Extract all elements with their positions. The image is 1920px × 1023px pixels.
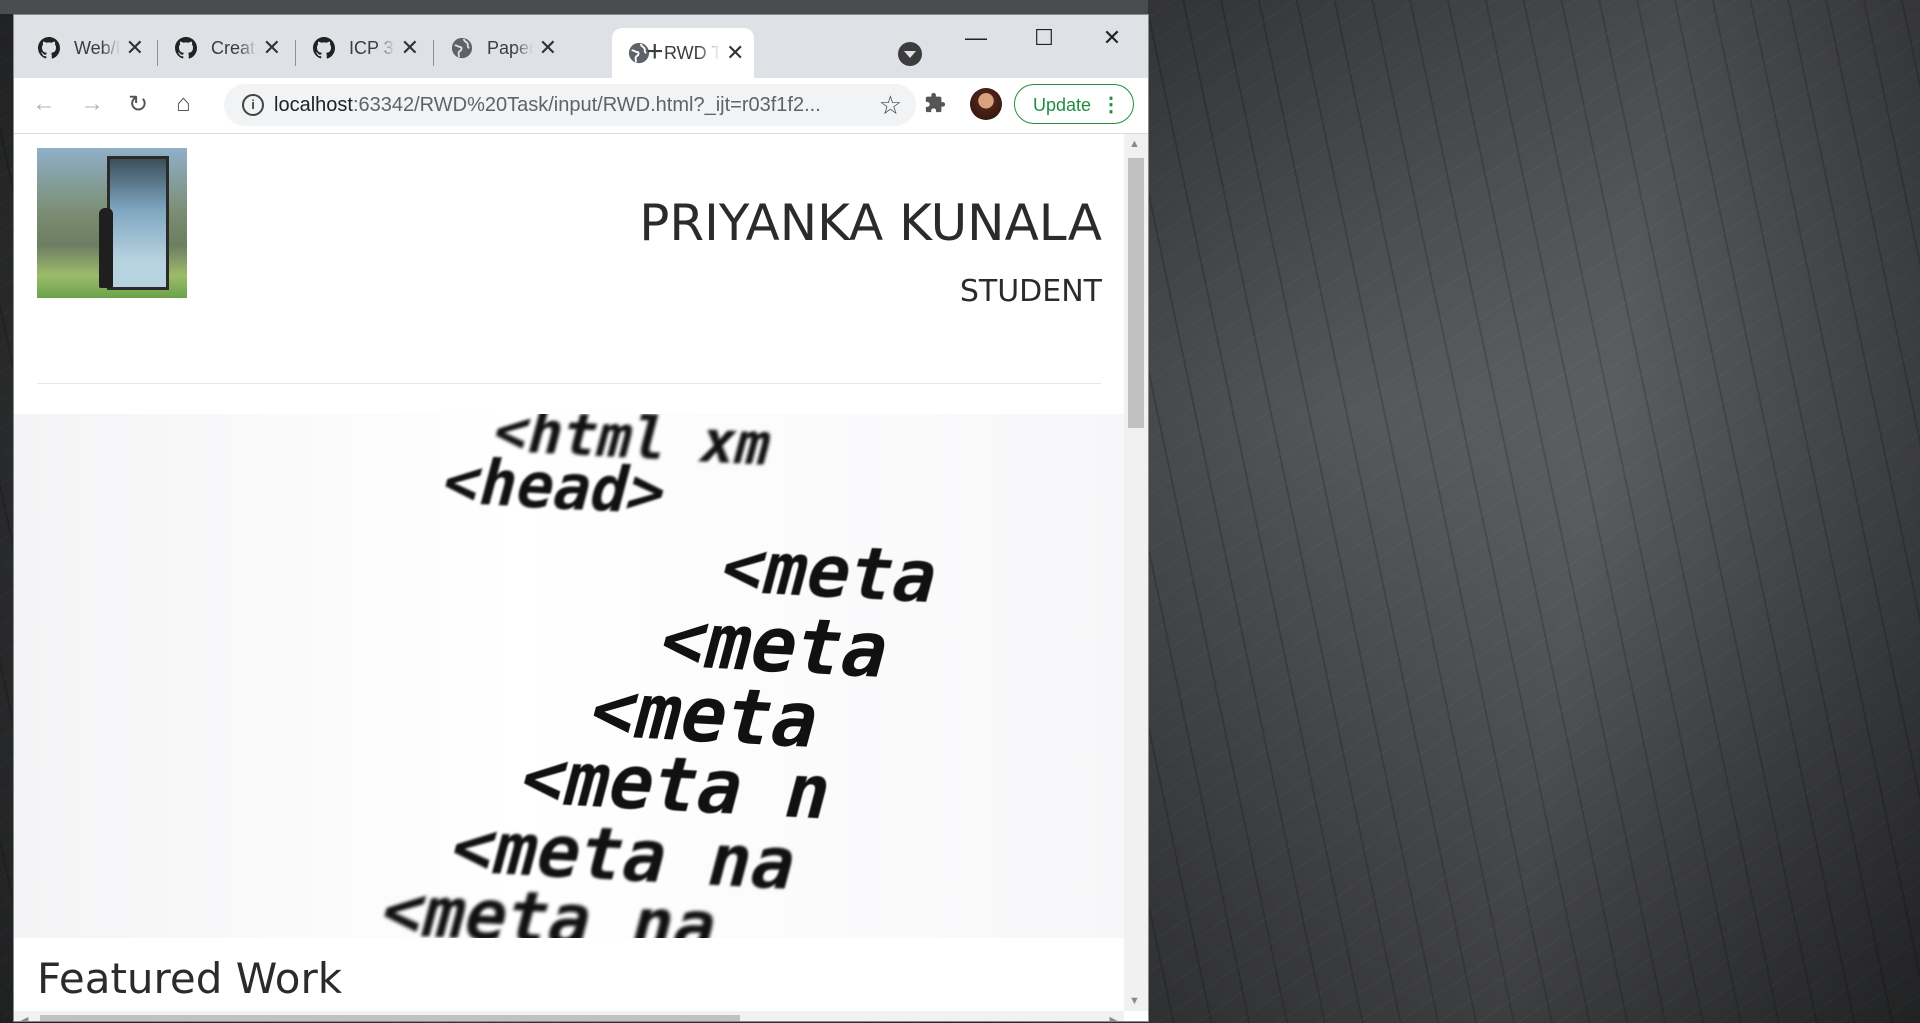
scroll-left-arrow-icon[interactable]: ◀ <box>20 1014 28 1021</box>
profile-avatar[interactable] <box>970 88 1002 120</box>
forward-button[interactable]: → <box>80 90 104 118</box>
profile-photo <box>37 148 187 298</box>
vertical-scroll-thumb[interactable] <box>1128 158 1144 428</box>
site-info-icon[interactable]: i <box>242 94 264 116</box>
tab-separator <box>433 40 434 66</box>
tab-web[interactable]: Web/I ✕ <box>22 28 144 68</box>
tab-title: Create <box>211 37 257 58</box>
page-viewport: PRIYANKA KUNALA STUDENT <html xm <head> … <box>14 134 1124 1011</box>
reload-button[interactable]: ↻ <box>128 90 148 119</box>
url-path: :63342/RWD%20Task/input/RWD.html?_ijt=r0… <box>352 94 821 116</box>
home-button[interactable]: ⌂ <box>176 90 191 118</box>
tab-title: Paper <box>487 37 533 58</box>
hero-image: <html xm <head> <meta <meta <meta <meta … <box>14 414 1124 938</box>
update-button[interactable]: Update ⋮ <box>1014 84 1134 124</box>
featured-work-heading: Featured Work <box>37 954 343 1003</box>
tab-title: RWD T <box>664 42 720 63</box>
globe-icon <box>451 37 473 59</box>
github-icon <box>175 37 197 59</box>
tab-icp3[interactable]: ICP 3 V ✕ <box>297 28 419 68</box>
scroll-right-arrow-icon[interactable]: ▶ <box>1110 1014 1118 1021</box>
desktop-taskbar-strip <box>0 0 1148 14</box>
tab-separator <box>295 40 296 66</box>
close-window-button[interactable]: ✕ <box>1092 25 1132 51</box>
close-icon[interactable]: ✕ <box>726 40 744 66</box>
extensions-puzzle-icon[interactable] <box>924 92 946 114</box>
hero-code-line: <head> <box>434 444 676 529</box>
tab-separator <box>157 40 158 66</box>
minimize-button[interactable]: — <box>956 25 996 51</box>
tab-search-button[interactable] <box>898 42 922 66</box>
menu-dots-icon: ⋮ <box>1101 94 1121 116</box>
url-host: localhost <box>274 94 353 116</box>
vertical-scrollbar[interactable]: ▲ ▼ <box>1124 134 1148 1011</box>
tab-create[interactable]: Create ✕ <box>159 28 281 68</box>
update-label: Update <box>1033 95 1092 115</box>
scroll-up-arrow-icon[interactable]: ▲ <box>1129 138 1140 150</box>
browser-toolbar: ← → ↻ ⌂ i localhost:63342/RWD%20Task/inp… <box>14 78 1148 134</box>
new-tab-button[interactable]: + <box>646 35 664 69</box>
close-icon[interactable]: ✕ <box>126 35 144 61</box>
github-icon <box>38 37 60 59</box>
tab-rwd-active[interactable]: RWD T ✕ <box>612 28 754 78</box>
scroll-down-arrow-icon[interactable]: ▼ <box>1129 995 1140 1007</box>
github-icon <box>313 37 335 59</box>
close-icon[interactable]: ✕ <box>401 35 419 61</box>
maximize-button[interactable]: ☐ <box>1024 25 1064 51</box>
page-subtitle: STUDENT <box>959 274 1102 309</box>
header-divider <box>37 383 1101 384</box>
close-icon[interactable]: ✕ <box>539 35 557 61</box>
tab-paper[interactable]: Paper ✕ <box>435 28 557 68</box>
back-button[interactable]: ← <box>32 90 56 118</box>
photo-person <box>99 208 113 288</box>
horizontal-scroll-thumb[interactable] <box>40 1015 740 1021</box>
tab-title: ICP 3 V <box>349 37 395 58</box>
close-icon[interactable]: ✕ <box>263 35 281 61</box>
url-text[interactable]: localhost:63342/RWD%20Task/input/RWD.htm… <box>274 94 821 117</box>
tab-strip: Web/I ✕ Create ✕ ICP 3 V ✕ Paper ✕ RWD T… <box>14 15 1148 78</box>
address-bar[interactable]: i localhost:63342/RWD%20Task/input/RWD.h… <box>224 84 916 126</box>
horizontal-scrollbar[interactable]: ◀ ▶ <box>14 1011 1124 1021</box>
tab-title: Web/I <box>74 37 120 58</box>
browser-window: Web/I ✕ Create ✕ ICP 3 V ✕ Paper ✕ RWD T… <box>14 15 1148 1021</box>
bookmark-star-icon[interactable]: ☆ <box>879 90 902 121</box>
photo-bus-stop-panel <box>107 156 169 290</box>
page-title: PRIYANKA KUNALA <box>639 194 1102 252</box>
